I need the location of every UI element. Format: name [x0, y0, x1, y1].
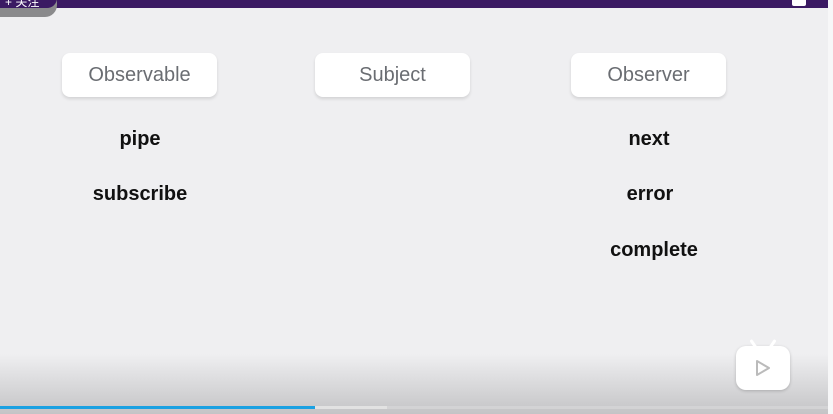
- observer-title: Observer: [607, 63, 690, 86]
- follow-button[interactable]: + 关注: [0, 0, 57, 17]
- played-bar: [0, 406, 315, 409]
- subscribe-label: subscribe: [92, 183, 188, 205]
- subject-card: Subject: [315, 53, 470, 97]
- observable-card: Observable: [62, 53, 217, 97]
- play-icon: [756, 360, 770, 376]
- report-icon[interactable]: [792, 0, 806, 6]
- player-controls-gradient: [0, 354, 828, 414]
- bilibili-tv-icon[interactable]: [736, 346, 790, 390]
- subject-title: Subject: [359, 63, 426, 86]
- observable-title: Observable: [88, 63, 191, 86]
- next-label: next: [628, 128, 670, 150]
- progress-bar[interactable]: [0, 406, 828, 409]
- complete-label: complete: [610, 239, 698, 261]
- follow-label: + 关注: [5, 0, 40, 9]
- pipe-label: pipe: [119, 128, 161, 150]
- error-label: error: [626, 183, 674, 205]
- observer-card: Observer: [571, 53, 726, 97]
- top-bar: [0, 0, 828, 8]
- right-edge: [828, 0, 833, 414]
